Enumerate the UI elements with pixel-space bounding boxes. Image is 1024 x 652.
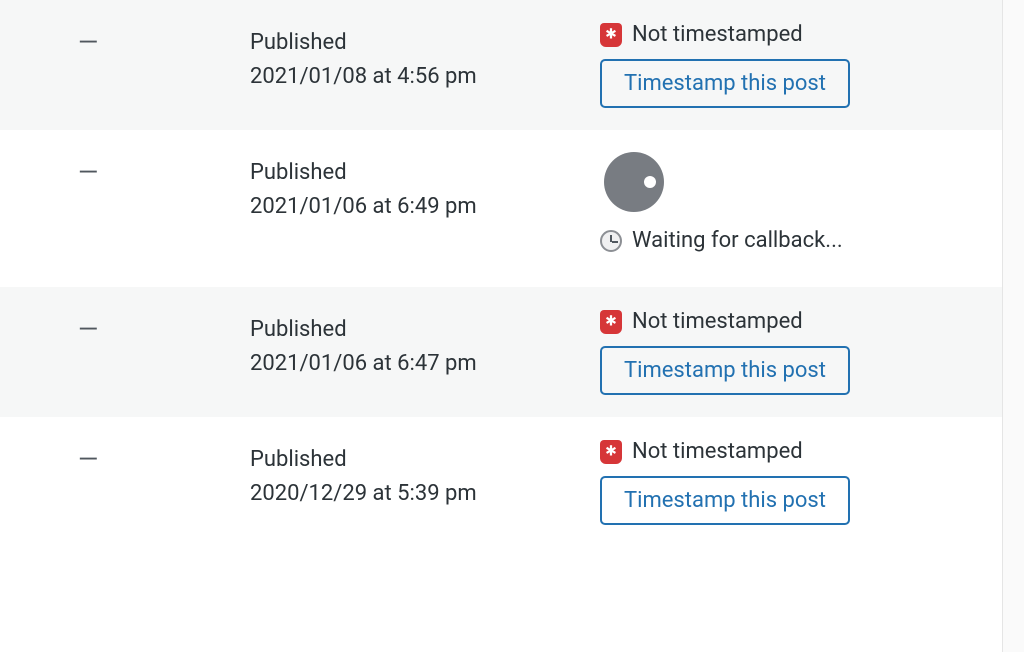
post-status: Published [250, 313, 600, 347]
vertical-scrollbar[interactable] [1002, 0, 1024, 652]
timestamp-button[interactable]: Timestamp this post [600, 59, 850, 108]
date-cell: Published 2021/01/06 at 6:49 pm [250, 152, 600, 224]
posts-table: — Published 2021/01/08 at 4:56 pm Not ti… [0, 0, 1002, 547]
alert-badge-icon [600, 23, 622, 47]
table-row: — Published 2021/01/08 at 4:56 pm Not ti… [0, 0, 1002, 130]
timestamp-status-text: Not timestamped [632, 22, 803, 47]
no-title-placeholder: — [78, 28, 97, 58]
timestamp-status-line: Waiting for callback... [600, 228, 942, 253]
post-status: Published [250, 443, 600, 477]
timestamp-status-text: Not timestamped [632, 309, 803, 334]
timestamp-cell: Not timestamped Timestamp this post [600, 439, 1002, 525]
title-cell: — [0, 22, 250, 58]
no-title-placeholder: — [78, 445, 97, 475]
timestamp-cell: Not timestamped Timestamp this post [600, 22, 1002, 108]
timestamp-status-line: Not timestamped [600, 309, 942, 334]
post-date: 2021/01/08 at 4:56 pm [250, 60, 600, 94]
post-status: Published [250, 26, 600, 60]
title-cell: — [0, 309, 250, 345]
timestamp-status-line: Not timestamped [600, 439, 942, 464]
alert-badge-icon [600, 310, 622, 334]
table-row: — Published 2021/01/06 at 6:49 pm Waitin… [0, 130, 1002, 287]
title-cell: — [0, 439, 250, 475]
date-cell: Published 2021/01/08 at 4:56 pm [250, 22, 600, 94]
title-cell: — [0, 152, 250, 188]
date-cell: Published 2021/01/06 at 6:47 pm [250, 309, 600, 381]
table-row: — Published 2021/01/06 at 6:47 pm Not ti… [0, 287, 1002, 417]
post-date: 2021/01/06 at 6:47 pm [250, 347, 600, 381]
table-row: — Published 2020/12/29 at 5:39 pm Not ti… [0, 417, 1002, 547]
timestamp-button[interactable]: Timestamp this post [600, 346, 850, 395]
no-title-placeholder: — [78, 315, 97, 345]
timestamp-button[interactable]: Timestamp this post [600, 476, 850, 525]
timestamp-cell: Waiting for callback... [600, 152, 1002, 265]
clock-icon [600, 230, 622, 252]
waiting-callback-text: Waiting for callback... [632, 228, 843, 253]
timestamp-status-text: Not timestamped [632, 439, 803, 464]
post-status: Published [250, 156, 600, 190]
post-date: 2020/12/29 at 5:39 pm [250, 477, 600, 511]
alert-badge-icon [600, 440, 622, 464]
spinner-icon [604, 152, 664, 212]
timestamp-cell: Not timestamped Timestamp this post [600, 309, 1002, 395]
timestamp-status-line: Not timestamped [600, 22, 942, 47]
post-date: 2021/01/06 at 6:49 pm [250, 190, 600, 224]
no-title-placeholder: — [78, 158, 97, 188]
date-cell: Published 2020/12/29 at 5:39 pm [250, 439, 600, 511]
